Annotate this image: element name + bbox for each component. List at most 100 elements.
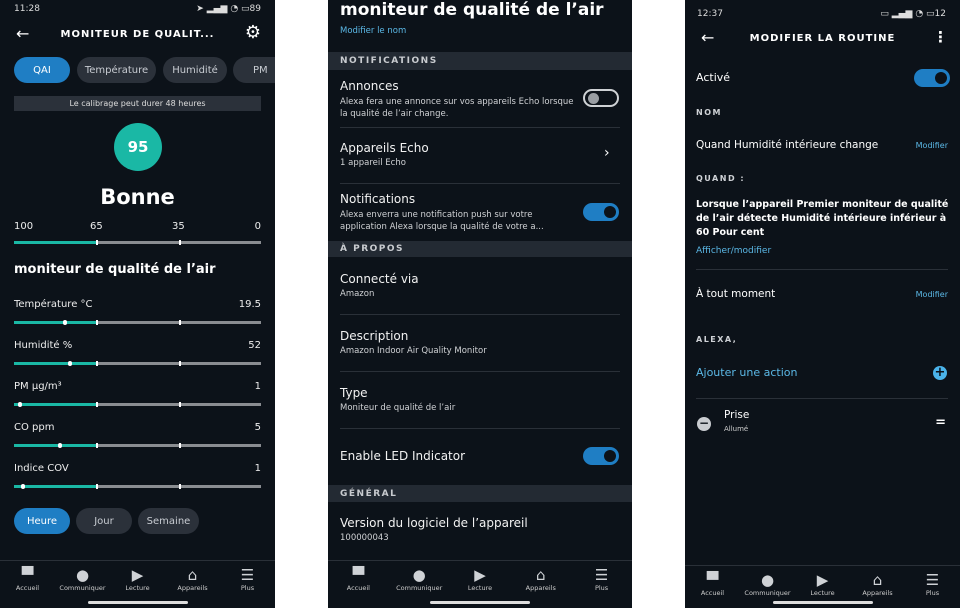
- home-indicator: [772, 601, 873, 604]
- type-value: Moniteur de qualité de l’air: [340, 403, 456, 413]
- type-title: Type: [340, 386, 368, 400]
- home-icon: ▀: [706, 571, 719, 589]
- section-general: GÉNÉRAL: [328, 485, 632, 502]
- nav-label: Plus: [240, 584, 255, 592]
- chip-qai[interactable]: QAI: [14, 57, 70, 83]
- metric-value: 5: [254, 422, 261, 433]
- nav-label: Accueil: [346, 584, 370, 592]
- status-time: 11:28: [14, 4, 40, 14]
- nav-label: Lecture: [125, 584, 150, 592]
- metric-label: CO ppm: [14, 422, 55, 433]
- drag-handle-icon[interactable]: =: [935, 415, 946, 430]
- status-time: 12:37: [697, 9, 723, 19]
- nav-label: Lecture: [467, 584, 493, 592]
- menu-icon: ☰: [594, 566, 609, 584]
- page-title: MODIFIER LA ROUTINE: [749, 33, 896, 44]
- metric-bar: [14, 443, 261, 448]
- device-title: moniteur de qualité de l’air: [14, 262, 216, 277]
- led-indicator-toggle[interactable]: [583, 447, 619, 465]
- announcements-desc: Alexa fera une annonce sur vos appareils…: [340, 97, 574, 119]
- add-plus-icon[interactable]: +: [933, 366, 947, 380]
- nav-more[interactable]: ☰ Plus: [223, 561, 273, 608]
- metric-marker: [18, 402, 22, 407]
- chip-humidity[interactable]: Humidité: [163, 57, 227, 83]
- nav-label: Communiquer: [59, 584, 106, 592]
- led-indicator-title: Enable LED Indicator: [340, 449, 466, 463]
- description-value: Amazon Indoor Air Quality Monitor: [340, 346, 487, 356]
- chat-bubble-icon: ●: [412, 566, 426, 584]
- metric-value: 1: [254, 381, 261, 392]
- gear-icon[interactable]: ⚙: [245, 22, 261, 43]
- chevron-right-icon[interactable]: ›: [604, 145, 610, 161]
- range-week[interactable]: Semaine: [138, 508, 199, 534]
- aqi-score: 95: [114, 123, 162, 171]
- rename-link[interactable]: Modifier le nom: [340, 26, 406, 36]
- play-icon: ▶: [474, 566, 486, 584]
- nav-home[interactable]: ▀ Accueil: [3, 561, 53, 608]
- nav-more[interactable]: ☰ Plus: [577, 561, 627, 608]
- scale-0: 0: [254, 221, 261, 232]
- active-label: Activé: [696, 71, 731, 84]
- nav-more[interactable]: ☰ Plus: [908, 566, 958, 608]
- metric-marker: [21, 484, 25, 489]
- aqi-scale-bar: [14, 240, 261, 245]
- action-title: Prise: [724, 409, 750, 421]
- firmware-title: Version du logiciel de l’appareil: [340, 516, 528, 530]
- action-state: Allumé: [724, 425, 749, 433]
- modify-name-link[interactable]: Modifier: [916, 141, 948, 150]
- metric-value: 1: [254, 463, 261, 474]
- range-hour[interactable]: Heure: [14, 508, 70, 534]
- announcements-title: Annonces: [340, 79, 399, 93]
- home-icon: ▀: [352, 566, 365, 584]
- status-icons: ▭ ▂▄▆ ◔ ▭12: [880, 9, 946, 19]
- description-title: Description: [340, 329, 409, 343]
- metric-bar: [14, 402, 261, 407]
- section-notifications: NOTIFICATIONS: [328, 52, 632, 70]
- notifications-toggle[interactable]: [583, 203, 619, 221]
- range-day[interactable]: Jour: [76, 508, 132, 534]
- chip-temperature[interactable]: Température: [77, 57, 156, 83]
- phone-air-quality: 11:28 ➤ ▂▄▆ ◔ ▭89 ← MONITEUR DE QUALIT..…: [0, 0, 275, 608]
- schedule-label: À tout moment: [696, 288, 776, 300]
- view-edit-link[interactable]: Afficher/modifier: [696, 246, 771, 256]
- notifications-desc: Alexa enverra une notification push sur …: [340, 210, 544, 232]
- devices-house-icon: ⌂: [187, 566, 198, 584]
- nav-label: Appareils: [525, 584, 556, 592]
- divider: [340, 183, 620, 184]
- routine-name: Quand Humidité intérieure change: [696, 139, 879, 151]
- remove-minus-icon[interactable]: −: [697, 417, 711, 431]
- modify-schedule-link[interactable]: Modifier: [916, 290, 948, 299]
- metric-bar: [14, 484, 261, 489]
- announcements-toggle[interactable]: [583, 89, 619, 107]
- devices-house-icon: ⌂: [536, 566, 546, 584]
- home-indicator: [430, 601, 530, 604]
- metric-label: Indice COV: [14, 463, 69, 474]
- metric-value: 52: [248, 340, 261, 351]
- divider: [696, 398, 948, 399]
- when-caption: QUAND :: [696, 174, 746, 183]
- metric-bar: [14, 320, 261, 325]
- add-action-link[interactable]: Ajouter une action: [696, 366, 797, 379]
- nav-label: Accueil: [15, 584, 40, 592]
- phone-device-settings: moniteur de qualité de l’air Modifier le…: [328, 0, 632, 608]
- calibration-banner: Le calibrage peut durer 48 heures: [14, 96, 261, 111]
- chip-pm[interactable]: PM: [233, 57, 275, 83]
- home-indicator: [87, 601, 188, 604]
- nav-home[interactable]: ▀ Accueil: [688, 566, 738, 608]
- nav-home[interactable]: ▀ Accueil: [333, 561, 383, 608]
- device-title: moniteur de qualité de l’air: [340, 0, 604, 20]
- nav-label: Plus: [594, 584, 609, 592]
- scale-35: 35: [172, 221, 185, 232]
- home-icon: ▀: [21, 566, 34, 584]
- metric-value: 19.5: [238, 299, 261, 310]
- play-icon: ▶: [131, 566, 144, 584]
- more-vertical-icon[interactable]: ⋮: [933, 28, 948, 46]
- battery-level: 89: [249, 4, 261, 14]
- play-icon: ▶: [816, 571, 829, 589]
- menu-icon: ☰: [240, 566, 255, 584]
- scale-65: 65: [90, 221, 103, 232]
- active-toggle[interactable]: [914, 69, 950, 87]
- phone-edit-routine: 12:37 ▭ ▂▄▆ ◔ ▭12 ← MODIFIER LA ROUTINE …: [685, 0, 960, 608]
- echo-devices-title[interactable]: Appareils Echo: [340, 141, 429, 155]
- nav-label: Communiquer: [744, 589, 791, 597]
